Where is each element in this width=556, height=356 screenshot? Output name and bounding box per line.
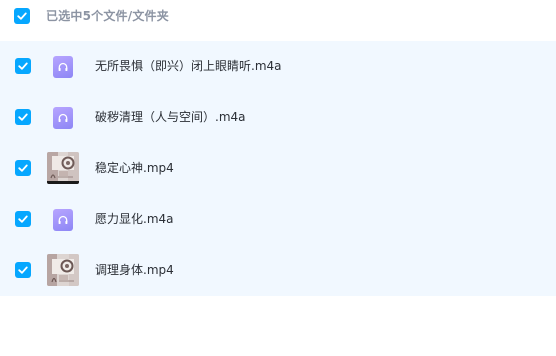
check-icon [18,164,28,172]
check-icon [18,215,28,223]
video-thumbnail [47,152,79,184]
check-icon [17,12,27,20]
check-icon [18,62,28,70]
file-checkbox[interactable] [15,211,31,227]
audio-file-icon [53,107,73,129]
headphones-icon [58,215,68,224]
headphones-icon [58,62,68,71]
file-checkbox[interactable] [15,160,31,176]
file-selection-panel: 已选中5个文件/文件夹 无所畏惧（即兴）闭上眼睛听.m4a 破秽清理（人与空间）… [0,0,556,356]
file-name[interactable]: 破秽清理（人与空间）.m4a [95,108,246,126]
file-row[interactable]: 无所畏惧（即兴）闭上眼睛听.m4a [0,41,556,92]
file-type-icon [47,101,79,135]
file-checkbox[interactable] [15,58,31,74]
file-name[interactable]: 稳定心神.mp4 [95,159,174,177]
file-row[interactable]: 调理身体.mp4 [0,245,556,296]
select-all-checkbox[interactable] [14,8,30,24]
file-row[interactable]: 愿力显化.m4a [0,194,556,245]
video-thumbnail [47,254,79,286]
selection-header: 已选中5个文件/文件夹 [0,0,556,36]
check-icon [18,113,28,121]
video-thumbnail-image [47,152,79,184]
file-name[interactable]: 无所畏惧（即兴）闭上眼睛听.m4a [95,57,282,75]
file-name[interactable]: 愿力显化.m4a [95,210,174,228]
file-checkbox[interactable] [15,109,31,125]
file-row[interactable]: 稳定心神.mp4 [0,143,556,194]
audio-file-icon [53,209,73,231]
file-checkbox[interactable] [15,262,31,278]
audio-file-icon [53,56,73,78]
file-list: 无所畏惧（即兴）闭上眼睛听.m4a 破秽清理（人与空间）.m4a 稳定心神.mp… [0,41,556,296]
file-name[interactable]: 调理身体.mp4 [95,261,174,279]
video-progress-bar [47,181,79,184]
file-row[interactable]: 破秽清理（人与空间）.m4a [0,92,556,143]
file-type-icon [47,254,79,288]
file-type-icon [47,50,79,84]
selection-count-label: 已选中5个文件/文件夹 [46,9,169,23]
video-thumbnail-image [47,254,79,286]
check-icon [18,266,28,274]
file-type-icon [47,203,79,237]
headphones-icon [58,113,68,122]
file-type-icon [47,152,79,186]
